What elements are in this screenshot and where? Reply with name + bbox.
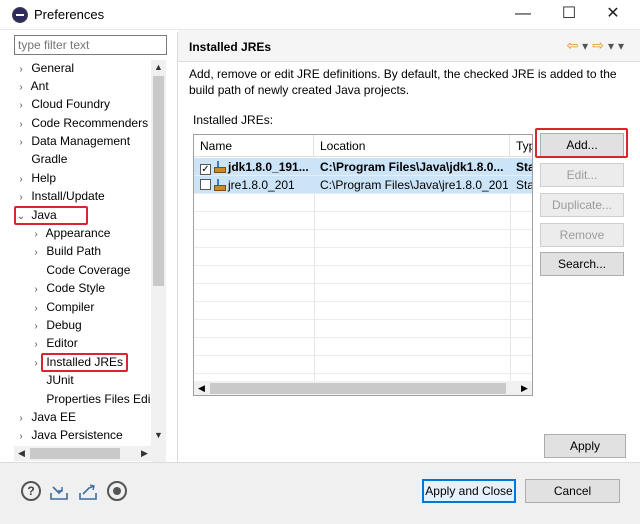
tree-item-code-coverage[interactable]: Code Coverage [29,261,130,279]
jre-icon [214,161,226,173]
remove-button[interactable]: Remove [540,223,624,247]
tree-item-appearance[interactable]: › Appearance [29,224,110,242]
help-icon[interactable]: ? [21,481,41,501]
record-icon[interactable] [107,481,127,501]
close-button[interactable]: ✕ [598,3,628,25]
page-title: Installed JREs [189,40,272,54]
jre-icon [214,179,226,191]
forward-arrow-icon[interactable]: ⇨ [592,37,608,53]
tree-item-ant[interactable]: › Ant [14,77,48,95]
row-name: jdk1.8.0_191... [228,160,309,174]
scroll-left-icon[interactable]: ◀ [14,446,29,461]
apply-button[interactable]: Apply [544,434,626,458]
tree-item-general[interactable]: › General [14,59,74,77]
empty-row [194,338,532,356]
navigation-controls: ⇦▾⇨▾▾ [566,37,628,54]
view-menu-icon[interactable]: ▾ [618,39,628,53]
apply-and-close-button[interactable]: Apply and Close [422,479,516,503]
scroll-right-icon[interactable]: ▶ [517,381,532,395]
chevron-right-icon[interactable]: › [29,244,43,262]
empty-row [194,248,532,266]
table-row[interactable]: jre1.8.0_201 C:\Program Files\Java\jre1.… [194,176,533,194]
column-header-name[interactable]: Name [194,135,314,157]
installed-jres-highlight-box [41,353,128,372]
empty-row [194,356,532,374]
edit-button[interactable]: Edit... [540,163,624,187]
preference-navigator: › General › Ant › Cloud Foundry › Code R… [10,32,176,480]
installed-jres-table[interactable]: Name Location Typ ✓ jdk1.8.0_191... C:\Pr… [193,134,533,396]
table-row[interactable]: ✓ jdk1.8.0_191... C:\Program Files\Java\j… [194,158,533,176]
scrollbar-thumb[interactable] [30,448,120,459]
chevron-right-icon[interactable]: › [14,97,28,115]
empty-row [194,320,532,338]
table-horizontal-scrollbar[interactable]: ◀ ▶ [194,381,532,395]
tree-item-properties-files-editor[interactable]: Properties Files Edi [29,390,150,408]
tree-item-data-management[interactable]: › Data Management [14,132,130,150]
preference-tree: › General › Ant › Cloud Foundry › Code R… [14,58,167,448]
cancel-button[interactable]: Cancel [525,479,620,503]
table-header: Name Location Typ [194,135,532,157]
row-name: jre1.8.0_201 [228,178,295,192]
page-header: Installed JREs ⇦▾⇨▾▾ [178,30,640,62]
scrollbar-thumb[interactable] [210,383,506,394]
tree-item-build-path[interactable]: › Build Path [29,242,101,260]
tree-item-install-update[interactable]: › Install/Update [14,187,104,207]
tree-item-editor[interactable]: › Editor [29,334,77,354]
back-arrow-icon[interactable]: ⇦ [566,37,582,53]
tree-item-debug[interactable]: › Debug [29,316,81,334]
column-header-type[interactable]: Typ [510,135,532,157]
duplicate-button[interactable]: Duplicate... [540,193,624,217]
scroll-right-icon[interactable]: ▶ [137,446,152,461]
minimize-button[interactable]: — [508,3,538,25]
tree-item-code-recommenders[interactable]: › Code Recommenders [14,114,148,132]
tree-item-junit[interactable]: JUnit [29,371,73,389]
empty-row [194,284,532,302]
maximize-button[interactable]: ☐ [554,3,584,25]
chevron-right-icon[interactable]: › [29,336,43,354]
row-type: Sta [516,160,533,174]
forward-menu-chevron-icon[interactable]: ▾ [608,39,618,53]
empty-row [194,230,532,248]
java-highlight-box [14,206,88,225]
row-checkbox[interactable] [200,179,211,190]
filter-input[interactable] [14,35,167,55]
search-button[interactable]: Search... [540,252,624,276]
tree-item-code-style[interactable]: › Code Style [29,279,105,297]
empty-row [194,302,532,320]
tree-vertical-scrollbar[interactable]: ▲ ▼ [151,60,166,480]
empty-row [194,194,532,212]
tree-item-java-ee[interactable]: › Java EE [14,408,76,426]
scroll-up-icon[interactable]: ▲ [151,60,166,75]
chevron-right-icon[interactable]: › [29,281,43,299]
empty-row [194,266,532,284]
tree-item-cloud-foundry[interactable]: › Cloud Foundry [14,95,110,113]
tree-item-compiler[interactable]: › Compiler [29,298,94,316]
tree-item-java-persistence[interactable]: › Java Persistence [14,426,122,446]
dialog-button-bar: ? Apply and Close Cancel [0,462,640,524]
eclipse-icon [12,7,28,23]
window-title: Preferences [34,7,105,22]
row-type: Sta [516,178,533,192]
row-checkbox[interactable]: ✓ [200,164,211,175]
back-menu-chevron-icon[interactable]: ▾ [582,39,592,53]
row-location: C:\Program Files\Java\jre1.8.0_201 [320,178,508,192]
empty-row [194,212,532,230]
pane-divider[interactable] [177,32,178,462]
add-highlight-box [535,128,628,158]
page-description: Add, remove or edit JRE definitions. By … [189,67,617,97]
column-header-location[interactable]: Location [314,135,510,157]
export-icon[interactable] [78,481,98,501]
chevron-right-icon[interactable]: › [14,428,28,446]
chevron-right-icon[interactable]: › [14,189,28,207]
row-location: C:\Program Files\Java\jdk1.8.0... [320,160,504,174]
scroll-left-icon[interactable]: ◀ [194,381,209,395]
installed-jres-label: Installed JREs: [193,113,274,127]
scrollbar-thumb[interactable] [153,76,164,286]
tree-item-help[interactable]: › Help [14,169,56,187]
title-bar: Preferences — ☐ ✕ [0,0,640,30]
scroll-down-icon[interactable]: ▼ [151,428,166,443]
tree-item-gradle[interactable]: Gradle [14,150,67,168]
import-icon[interactable] [49,481,69,501]
tree-horizontal-scrollbar[interactable]: ◀ ▶ [14,446,152,461]
